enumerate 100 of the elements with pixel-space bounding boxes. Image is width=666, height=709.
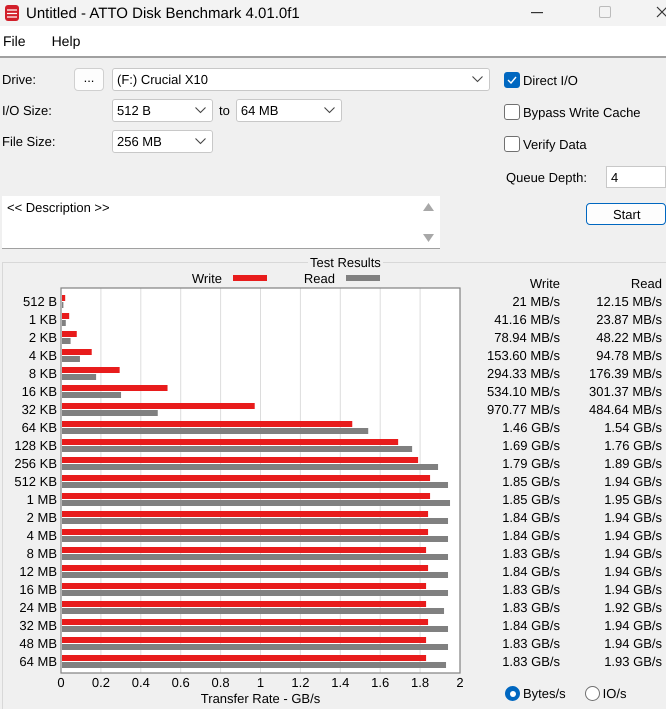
table-cell-text: 1.84 GB/s bbox=[501, 617, 560, 635]
start-button[interactable]: Start bbox=[586, 203, 666, 225]
category-label: 256 KB bbox=[14, 456, 57, 471]
table-cell-text: 94.78 MB/s bbox=[595, 347, 662, 365]
tick-label: 0.8 bbox=[212, 675, 230, 690]
radio-button[interactable] bbox=[584, 686, 600, 701]
category-label: 12 MB bbox=[19, 564, 57, 579]
to-label: to bbox=[219, 103, 230, 118]
table-cell-text: 1.54 GB/s bbox=[603, 419, 662, 437]
table-cell-text: 1.85 GB/s bbox=[501, 473, 560, 491]
chevron-down-icon bbox=[324, 107, 335, 114]
legend-label: Write bbox=[192, 271, 222, 286]
checkbox[interactable] bbox=[504, 104, 520, 120]
category-label: 128 KB bbox=[14, 438, 57, 453]
table-cell-text: 1.94 GB/s bbox=[603, 527, 662, 545]
category-label: 24 MB bbox=[19, 600, 57, 615]
table-cell-text: 534.10 MB/s bbox=[486, 383, 560, 401]
table-cell-text: 176.39 MB/s bbox=[588, 365, 662, 383]
table-cell-text: 1.94 GB/s bbox=[603, 563, 662, 581]
file-size-dropdown[interactable]: 256 MB bbox=[112, 130, 213, 153]
option-label: Verify Data bbox=[523, 136, 587, 152]
category-label: 16 KB bbox=[22, 384, 57, 399]
tick-label: 1.2 bbox=[291, 675, 310, 690]
tick-label: 1 bbox=[256, 675, 264, 690]
checkbox[interactable] bbox=[504, 72, 520, 88]
browse-button[interactable]: ... bbox=[74, 68, 104, 91]
queue-depth-label: Queue Depth: bbox=[505, 170, 588, 184]
option-label: Direct I/O bbox=[523, 72, 578, 88]
drive-dropdown[interactable]: (F:) Crucial X10 bbox=[112, 68, 490, 91]
app-icon bbox=[4, 4, 20, 22]
radio-button[interactable] bbox=[505, 686, 520, 701]
tick-label: 1.6 bbox=[371, 675, 390, 690]
table-cell-text: 1.76 GB/s bbox=[603, 437, 662, 455]
category-label: 32 MB bbox=[19, 618, 57, 633]
table-cell-text: 484.64 MB/s bbox=[588, 401, 662, 419]
table-cell-text: 1.93 GB/s bbox=[603, 653, 662, 671]
table-cell-text: 1.94 GB/s bbox=[603, 635, 662, 653]
io-size-from-dropdown[interactable]: 512 B bbox=[112, 99, 213, 122]
table-cell-text: 153.60 MB/s bbox=[486, 347, 560, 365]
table-cell-text: 23.87 MB/s bbox=[595, 311, 662, 329]
table-cell-text: 21 MB/s bbox=[511, 293, 560, 311]
group-title: Test Results bbox=[308, 255, 383, 270]
axis-title: Transfer Rate - GB/s bbox=[200, 691, 320, 706]
tick-label: 0.4 bbox=[132, 675, 150, 690]
chevron-down-icon bbox=[195, 107, 206, 114]
table-cell-text: 1.84 GB/s bbox=[501, 527, 560, 545]
close-icon[interactable] bbox=[656, 6, 666, 18]
table-cell-text: 1.79 GB/s bbox=[501, 455, 560, 473]
drive-label: Drive: bbox=[2, 72, 37, 87]
table-cell-text: 12.15 MB/s bbox=[595, 293, 662, 311]
table-cell-text: 1.85 GB/s bbox=[501, 491, 560, 509]
tick-label: 0.2 bbox=[92, 675, 110, 690]
category-label: 1 KB bbox=[28, 312, 57, 327]
file-size-label: File Size: bbox=[2, 134, 56, 149]
category-label: 64 KB bbox=[22, 420, 57, 435]
window-title: Untitled - ATTO Disk Benchmark 4.01.0f1 bbox=[26, 4, 300, 22]
table-cell-text: 294.33 MB/s bbox=[486, 365, 560, 383]
table-cell-text: 1.84 GB/s bbox=[501, 563, 560, 581]
tick-label: 2 bbox=[456, 675, 464, 690]
chevron-down-icon bbox=[472, 76, 483, 83]
menu-item[interactable]: File bbox=[0, 33, 29, 49]
table-cell-text: 1.94 GB/s bbox=[603, 473, 662, 491]
table-cell-text: 1.94 GB/s bbox=[603, 617, 662, 635]
column-header: Write bbox=[528, 275, 560, 293]
table-cell-text: 1.83 GB/s bbox=[501, 599, 560, 617]
table-cell-text: 78.94 MB/s bbox=[493, 329, 560, 347]
category-label: 32 KB bbox=[22, 402, 57, 417]
table-cell-text: 1.89 GB/s bbox=[603, 455, 662, 473]
category-label: 512 B bbox=[23, 294, 57, 309]
io-size-to-dropdown[interactable]: 64 MB bbox=[236, 99, 342, 122]
table-cell-text: 1.84 GB/s bbox=[501, 509, 560, 527]
category-label: 48 MB bbox=[19, 636, 57, 651]
queue-depth-field[interactable]: 4 bbox=[606, 166, 666, 188]
option-label: Bypass Write Cache bbox=[523, 104, 641, 120]
category-label: 512 KB bbox=[14, 474, 57, 489]
radio-label: IO/s bbox=[602, 686, 626, 701]
table-cell-text: 1.94 GB/s bbox=[603, 581, 662, 599]
radio-label: Bytes/s bbox=[523, 686, 566, 701]
category-label: 1 MB bbox=[26, 492, 57, 507]
table-cell-text: 1.69 GB/s bbox=[501, 437, 560, 455]
category-label: 16 MB bbox=[19, 582, 57, 597]
tick-label: 1.4 bbox=[331, 675, 350, 690]
column-header: Read bbox=[630, 275, 662, 293]
table-cell-text: 1.94 GB/s bbox=[603, 509, 662, 527]
legend-label: Read bbox=[304, 271, 335, 286]
tick-label: 0 bbox=[57, 675, 65, 690]
menu-item[interactable]: Help bbox=[48, 33, 84, 49]
category-label: 2 KB bbox=[28, 330, 57, 345]
category-label: 64 MB bbox=[19, 654, 57, 669]
category-label: 8 MB bbox=[26, 546, 57, 561]
category-label: 4 KB bbox=[28, 348, 57, 363]
chevron-down-icon bbox=[195, 138, 206, 145]
table-cell-text: 1.83 GB/s bbox=[501, 581, 560, 599]
table-cell-text: 1.95 GB/s bbox=[603, 491, 662, 509]
category-label: 4 MB bbox=[26, 528, 57, 543]
checkbox[interactable] bbox=[504, 136, 520, 152]
table-cell-text: 1.46 GB/s bbox=[501, 419, 560, 437]
tick-label: 0.6 bbox=[172, 675, 190, 690]
table-cell-text: 1.83 GB/s bbox=[501, 545, 560, 563]
minimize-icon[interactable] bbox=[531, 12, 543, 14]
